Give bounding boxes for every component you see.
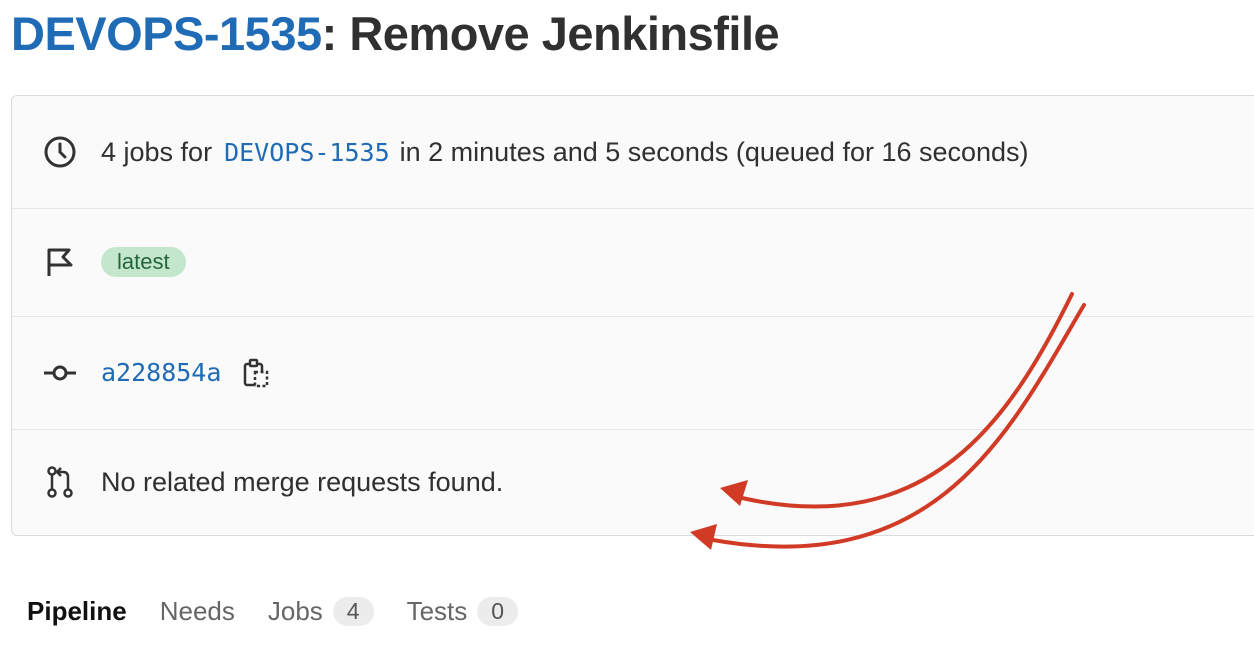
no-merge-requests-text: No related merge requests found.	[101, 466, 504, 497]
pipeline-info-card: 4 jobs for DEVOPS-1535 in 2 minutes and …	[11, 95, 1254, 536]
tests-count-badge: 0	[477, 597, 519, 626]
title-text: : Remove Jenkinsfile	[321, 7, 780, 60]
duration-text: in 2 minutes and 5 seconds (queued for 1…	[399, 136, 1029, 167]
issue-link[interactable]: DEVOPS-1535	[11, 7, 322, 60]
commit-row: a228854a	[12, 316, 1254, 430]
merge-requests-row: No related merge requests found.	[12, 429, 1254, 535]
copy-icon[interactable]	[241, 357, 271, 389]
tab-label: Jobs	[267, 596, 323, 626]
tab-needs[interactable]: Needs	[160, 596, 235, 627]
tab-label: Needs	[159, 596, 235, 626]
branch-link[interactable]: DEVOPS-1535	[224, 138, 390, 167]
clock-icon	[42, 134, 78, 170]
tab-label: Pipeline	[27, 596, 127, 626]
page-title: DEVOPS-1535: Remove Jenkinsfile	[11, 4, 780, 64]
flag-icon	[42, 244, 78, 280]
tab-pipeline[interactable]: Pipeline	[27, 596, 127, 627]
badges-row: latest	[12, 208, 1254, 317]
commit-sha-link[interactable]: a228854a	[101, 358, 221, 387]
jobs-row: 4 jobs for DEVOPS-1535 in 2 minutes and …	[12, 96, 1254, 209]
latest-badge: latest	[101, 247, 186, 277]
pipeline-tabs: Pipeline Needs Jobs 4 Tests 0	[27, 596, 551, 627]
tab-tests[interactable]: Tests 0	[406, 596, 519, 627]
commit-icon	[42, 355, 78, 391]
tab-label: Tests	[406, 596, 468, 626]
tab-jobs[interactable]: Jobs 4	[268, 596, 374, 627]
jobs-count-text: 4 jobs for	[101, 136, 213, 167]
merge-request-icon	[42, 464, 78, 500]
jobs-count-badge: 4	[332, 597, 374, 626]
